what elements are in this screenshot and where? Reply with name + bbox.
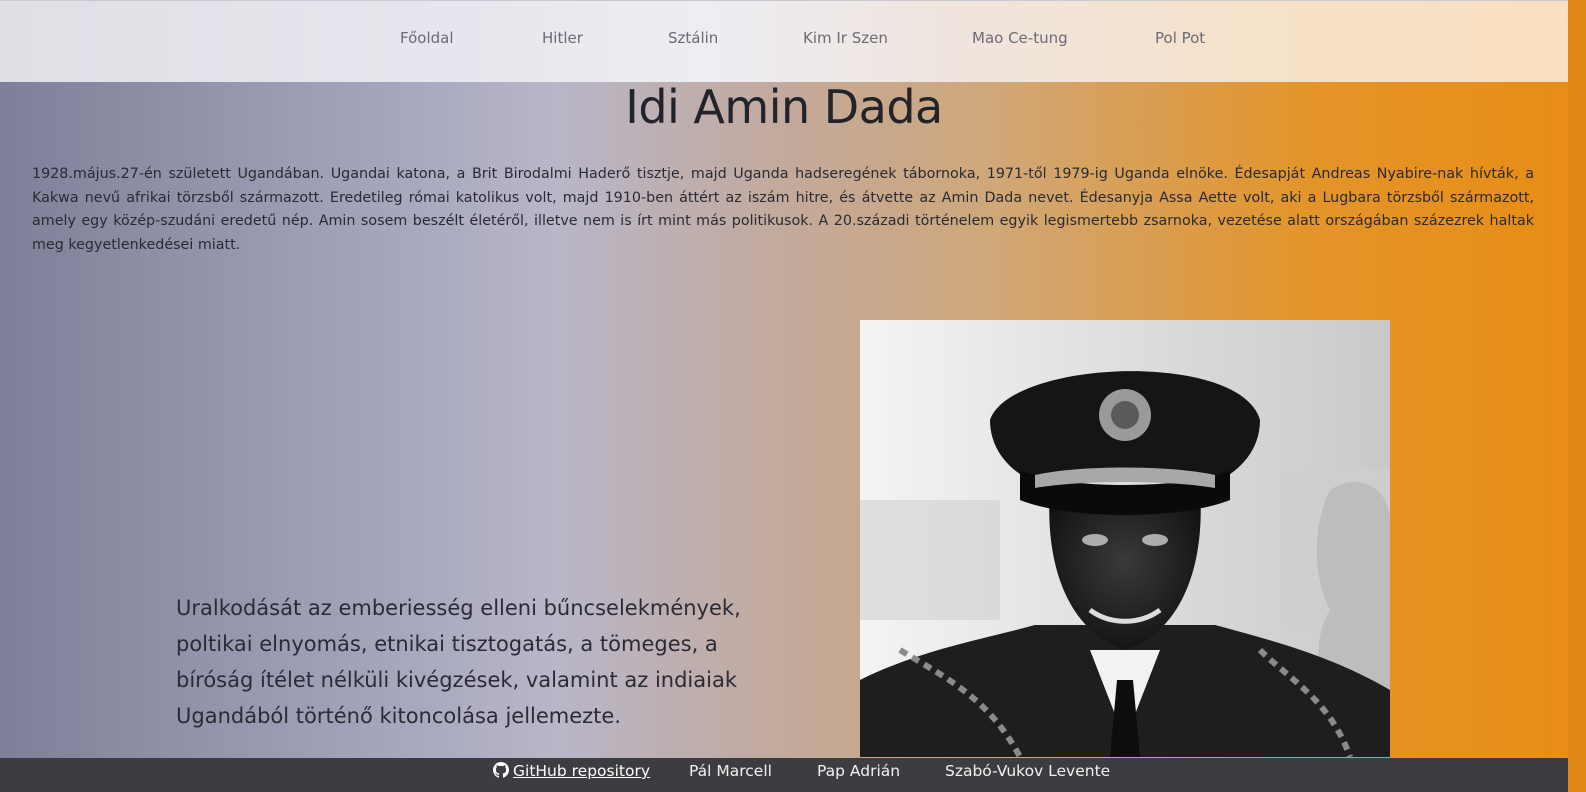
github-icon <box>493 762 509 778</box>
footer: GitHub repository Pál Marcell Pap Adrián… <box>0 758 1568 792</box>
author-pal-marcell: Pál Marcell <box>689 762 772 780</box>
nav-link-mao-ce-tung[interactable]: Mao Ce-tung <box>972 29 1068 47</box>
intro-paragraph: 1928.május.27-én született Ugandában. Ug… <box>32 166 1534 253</box>
author-pap-adrian: Pap Adrián <box>817 762 901 780</box>
navbar: Főoldal Hitler Sztálin Kim Ir Szen Mao C… <box>0 0 1568 82</box>
nav-link-hitler[interactable]: Hitler <box>542 29 583 47</box>
nav-link-kim-ir-szen[interactable]: Kim Ir Szen <box>803 29 888 47</box>
github-repository-link[interactable]: GitHub repository <box>513 762 650 780</box>
nav-link-pol-pot[interactable]: Pol Pot <box>1155 29 1205 47</box>
scrollbar-track[interactable] <box>1568 0 1586 792</box>
page-title: Idi Amin Dada <box>625 80 943 134</box>
nav-link-fooldal[interactable]: Főoldal <box>400 29 454 47</box>
github-repository-link-wrapper: GitHub repository <box>493 762 650 780</box>
author-szabo-vukov-levente: Szabó-Vukov Levente <box>945 762 1111 780</box>
nav-link-sztalin[interactable]: Sztálin <box>668 29 718 47</box>
reign-summary-text: Uralkodását az emberiesség elleni bűncse… <box>176 596 741 728</box>
portrait-photo <box>860 320 1390 757</box>
